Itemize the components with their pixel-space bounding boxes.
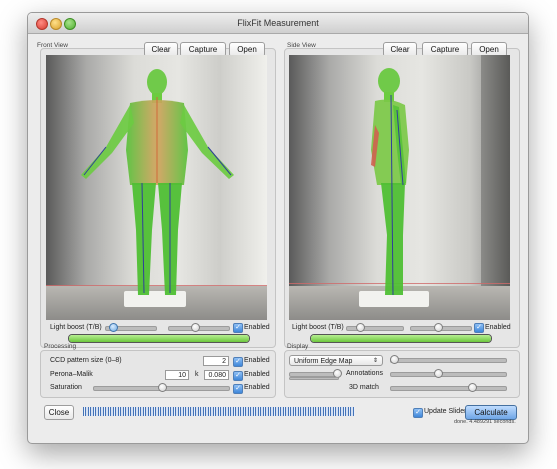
match-3d-label: 3D match <box>349 384 379 391</box>
front-light-boost-bottom-knob[interactable] <box>191 323 200 332</box>
side-view-image[interactable] <box>289 55 510 320</box>
front-body-overlay <box>81 69 234 295</box>
front-view-image[interactable] <box>46 55 267 320</box>
update-sliders-label: Update Sliders <box>424 408 470 415</box>
window-title: FlixFit Measurement <box>237 18 319 28</box>
perona-malik-k-input[interactable]: 0.080 <box>204 370 229 380</box>
side-light-boost-top-knob[interactable] <box>356 323 365 332</box>
side-progress-fill <box>311 335 491 342</box>
front-light-boost-top-knob[interactable] <box>109 323 118 332</box>
saturation-enabled-checkbox[interactable]: ✓ <box>233 384 243 394</box>
ccd-pattern-input[interactable]: 2 <box>203 356 229 366</box>
activity-indicator-bar <box>83 407 355 416</box>
perona-malik-enabled-checkbox[interactable]: ✓ <box>233 371 243 381</box>
perona-malik-k-label: k <box>195 371 199 378</box>
side-light-boost-bottom-knob[interactable] <box>434 323 443 332</box>
annotations-slider[interactable] <box>390 372 507 377</box>
perona-malik-input[interactable]: 10 <box>165 370 189 380</box>
saturation-label: Saturation <box>50 384 82 391</box>
saturation-enabled-label: Enabled <box>244 384 270 391</box>
front-light-boost-label: Light boost (T/B) <box>50 324 102 331</box>
side-light-boost-label: Light boost (T/B) <box>292 324 344 331</box>
perona-malik-enabled-label: Enabled <box>244 371 270 378</box>
front-enabled-checkbox[interactable]: ✓ <box>233 323 243 333</box>
side-enabled-checkbox[interactable]: ✓ <box>474 323 484 333</box>
side-enabled-label: Enabled <box>485 324 511 331</box>
title-bar: FlixFit Measurement <box>28 13 528 34</box>
front-progress-fill <box>69 335 249 342</box>
app-window: FlixFit Measurement Front View Clear Cap… <box>27 12 529 444</box>
close-button[interactable]: Close <box>44 405 74 420</box>
saturation-knob[interactable] <box>158 383 167 392</box>
front-enabled-label: Enabled <box>244 324 270 331</box>
status-text: done. 4.489291 seconds. <box>454 419 516 425</box>
edge-map-select[interactable]: Uniform Edge Map ⇕ <box>289 355 383 366</box>
ccd-enabled-checkbox[interactable]: ✓ <box>233 357 243 367</box>
side-light-boost-top-slider[interactable] <box>346 326 404 331</box>
perona-malik-label: Perona–Malik <box>50 371 93 378</box>
ccd-pattern-label: CCD pattern size (0–8) <box>50 357 122 364</box>
annotations-knob[interactable] <box>434 369 443 378</box>
front-progress-bar <box>68 334 250 343</box>
edge-map-slider[interactable] <box>390 358 507 363</box>
display-left-divider <box>289 377 339 380</box>
edge-map-select-value: Uniform Edge Map <box>294 358 353 365</box>
update-sliders-checkbox[interactable]: ✓ <box>413 408 423 418</box>
annotations-label: Annotations <box>346 370 383 377</box>
match-3d-knob[interactable] <box>468 383 477 392</box>
processing-label: Processing <box>44 343 77 350</box>
side-body-overlay <box>371 68 409 296</box>
calculate-button[interactable]: Calculate <box>465 405 517 420</box>
side-progress-bar <box>310 334 492 343</box>
edge-map-knob[interactable] <box>390 355 399 364</box>
display-label: Display <box>287 343 309 350</box>
ccd-enabled-label: Enabled <box>244 357 270 364</box>
select-arrows-icon: ⇕ <box>372 358 378 364</box>
match-3d-slider[interactable] <box>390 386 507 391</box>
